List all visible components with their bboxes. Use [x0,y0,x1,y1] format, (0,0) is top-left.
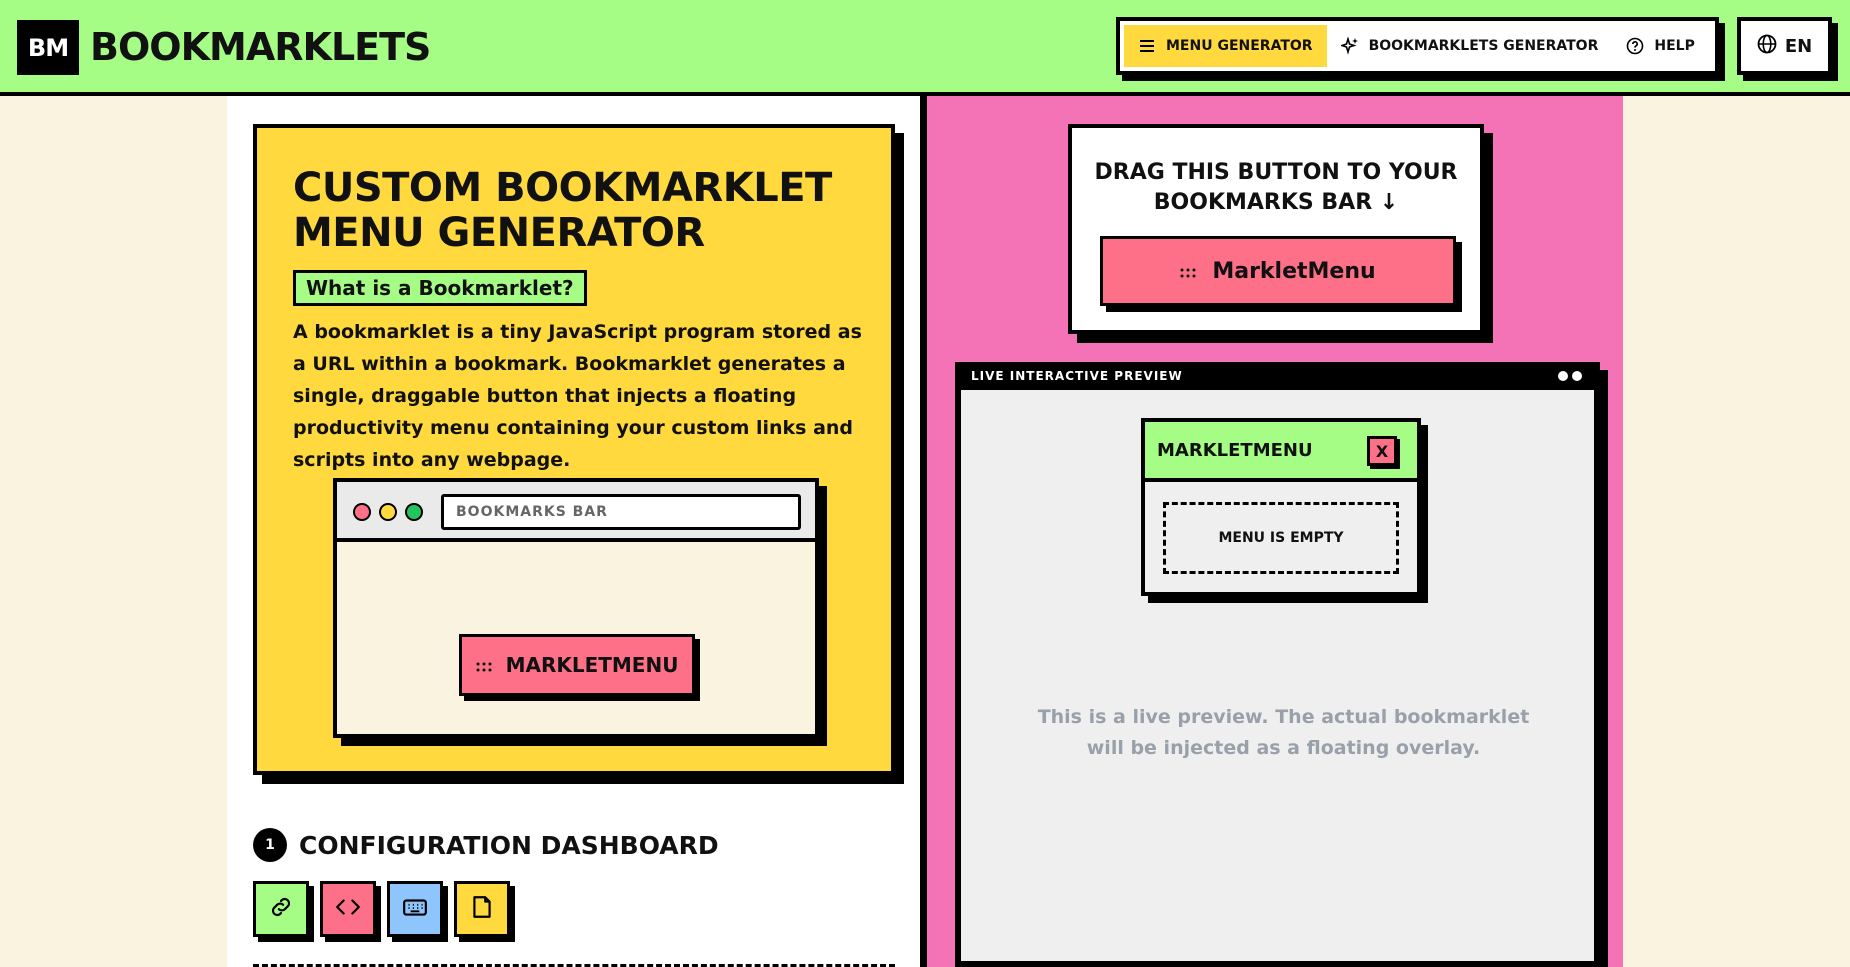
browser-toolbar: BOOKMARKS BAR [337,482,815,542]
nav-label: MENU GENERATOR [1166,38,1313,54]
close-button[interactable]: X [1367,436,1397,466]
window-dot [1558,371,1568,381]
what-is-bookmarklet-badge: What is a Bookmarklet? [293,270,587,306]
demo-marklet-button: MARKLETMENU [459,634,695,696]
sparkles-icon [1340,37,1359,55]
grip-icon [1180,259,1196,284]
step-number-badge: 1 [253,828,287,862]
drag-button-label: MarkletMenu [1212,258,1376,284]
window-dot [1572,371,1582,381]
window-dot-red [353,503,371,521]
keyboard-icon [402,894,428,924]
top-header: BM BOOKMARKLETS MENU GENERATOR BOOKMARKL… [0,0,1850,96]
marklet-menu-window[interactable]: MARKLETMENU X MENU IS EMPTY [1141,418,1421,596]
nav-menu-generator[interactable]: MENU GENERATOR [1124,25,1327,67]
nav-bookmarklets-generator[interactable]: BOOKMARKLETS GENERATOR [1327,25,1613,67]
hero-description: A bookmarklet is a tiny JavaScript progr… [293,321,862,471]
marklet-menu-drag-button[interactable]: MarkletMenu [1100,236,1456,306]
add-script-button[interactable] [320,881,376,937]
note-icon [469,894,495,924]
menu-window-title: MARKLETMENU [1157,439,1313,461]
grip-icon [476,653,492,677]
preview-title: LIVE INTERACTIVE PREVIEW [971,369,1183,383]
help-circle-icon [1626,37,1644,55]
drag-instruction-line1: DRAG THIS BUTTON TO YOUR [1094,160,1458,185]
nav-label: BOOKMARKLETS GENERATOR [1368,38,1599,54]
nav-help[interactable]: HELP [1612,25,1708,67]
demo-button-label: MARKLETMENU [505,653,679,677]
link-icon [268,894,294,924]
globe-icon [1757,34,1777,59]
drag-instruction-line2: BOOKMARKS BAR ↓ [1153,190,1399,215]
language-selector[interactable]: EN [1737,17,1832,75]
preview-header: LIVE INTERACTIVE PREVIEW [961,362,1594,390]
nav-label: HELP [1654,38,1695,54]
window-dot-green [405,503,423,521]
logo-mark[interactable]: BM [17,20,79,75]
page-title: CUSTOM BOOKMARKLET MENU GENERATOR [293,165,832,256]
drag-instruction: DRAG THIS BUTTON TO YOUR BOOKMARKS BAR ↓ [1072,158,1480,218]
menu-empty-state: MENU IS EMPTY [1163,502,1399,574]
preview-window-dots [1558,371,1582,381]
preview-note: This is a live preview. The actual bookm… [1037,706,1530,759]
code-icon [335,894,361,924]
window-dot-yellow [379,503,397,521]
drag-card: DRAG THIS BUTTON TO YOUR BOOKMARKS BAR ↓… [1068,124,1484,334]
config-title: CONFIGURATION DASHBOARD [299,830,719,860]
config-section-title: 1 CONFIGURATION DASHBOARD [253,828,719,862]
menu-window-header[interactable]: MARKLETMENU X [1145,422,1417,482]
add-link-button[interactable] [253,881,309,937]
add-note-button[interactable] [454,881,510,937]
live-preview-panel: LIVE INTERACTIVE PREVIEW MARKLETMENU X M… [955,362,1600,967]
browser-illustration: BOOKMARKS BAR MARKLETMENU [333,478,819,738]
bookmarks-bar-field: BOOKMARKS BAR [441,494,801,530]
column-divider [920,96,927,967]
menu-icon [1138,37,1156,55]
add-shortcut-button[interactable] [387,881,443,937]
logo-text[interactable]: BOOKMARKLETS [90,24,431,70]
language-label: EN [1784,35,1813,57]
main-nav: MENU GENERATOR BOOKMARKLETS GENERATOR HE… [1116,17,1719,75]
hero-card: CUSTOM BOOKMARKLET MENU GENERATOR What i… [253,124,895,775]
